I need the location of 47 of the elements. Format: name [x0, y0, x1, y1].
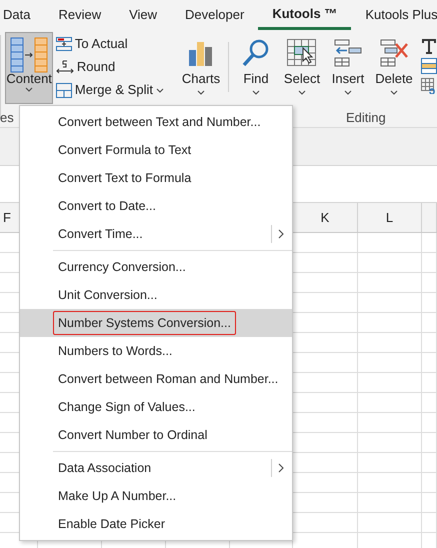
group-label: es — [0, 109, 14, 127]
menu-item[interactable]: Convert to Date... — [20, 192, 292, 220]
menu-item[interactable]: Convert between Roman and Number... — [20, 365, 292, 393]
caret-icon — [344, 90, 352, 95]
table-plus-icon — [56, 37, 72, 51]
menu-item[interactable]: Data Association — [20, 454, 292, 482]
caret-icon — [390, 90, 398, 95]
ribbon-large-button[interactable]: Charts — [182, 32, 220, 95]
ribbon-small-button[interactable]: Merge & Split — [56, 80, 164, 100]
ribbon-large-button[interactable]: Select — [283, 32, 321, 95]
menu-item[interactable]: Convert between Text and Number... — [20, 108, 292, 136]
column-header[interactable]: L — [358, 203, 422, 232]
menu-item[interactable]: Unit Conversion... — [20, 281, 292, 309]
grid-cursor-icon — [286, 38, 318, 68]
caret-icon — [252, 90, 260, 95]
menu-item[interactable]: Numbers to Words... — [20, 337, 292, 365]
round-arrows-icon — [56, 59, 74, 75]
delete-cells-icon — [379, 38, 409, 68]
caret-icon — [298, 90, 306, 95]
menu-item[interactable]: Convert Text to Formula — [20, 164, 292, 192]
caret-icon — [197, 90, 205, 95]
menu-item[interactable]: Convert Number to Ordinal — [20, 421, 292, 449]
caret-icon — [25, 87, 34, 92]
ribbon-tab[interactable]: Data — [1, 0, 44, 30]
content-button[interactable]: Content — [5, 32, 53, 104]
grid-split-icon — [56, 82, 72, 98]
ribbon-tab[interactable]: View — [115, 0, 172, 30]
insert-cells-icon — [333, 38, 363, 68]
ribbon-small-button[interactable]: To Actual — [56, 34, 164, 54]
menu-item[interactable]: Make Up A Number... — [20, 482, 292, 510]
text-icon — [421, 38, 437, 54]
menu-item[interactable]: Change Sign of Values... — [20, 393, 292, 421]
ribbon-tab[interactable]: Review — [44, 0, 116, 30]
search-icon — [241, 38, 271, 68]
menu-item[interactable]: Number Systems Conversion... — [20, 309, 292, 337]
menu-item[interactable]: Convert Time... — [20, 220, 292, 248]
convert-columns-icon — [9, 35, 50, 75]
ribbon-tab[interactable]: Kutools Plus — [351, 0, 437, 30]
ribbon-small-button[interactable]: Round — [56, 57, 164, 77]
group-label: Editing — [346, 109, 386, 127]
menu-item[interactable]: Currency Conversion... — [20, 253, 292, 281]
ribbon-large-button[interactable]: Find — [237, 32, 275, 95]
menu-item[interactable]: Enable Date Picker — [20, 510, 292, 538]
ribbon-large-button[interactable]: Insert — [329, 32, 367, 95]
grid-link-icon — [421, 78, 437, 94]
ribbon-tab[interactable]: Developer — [171, 0, 258, 30]
ribbon-large-button[interactable]: Delete — [375, 32, 413, 95]
